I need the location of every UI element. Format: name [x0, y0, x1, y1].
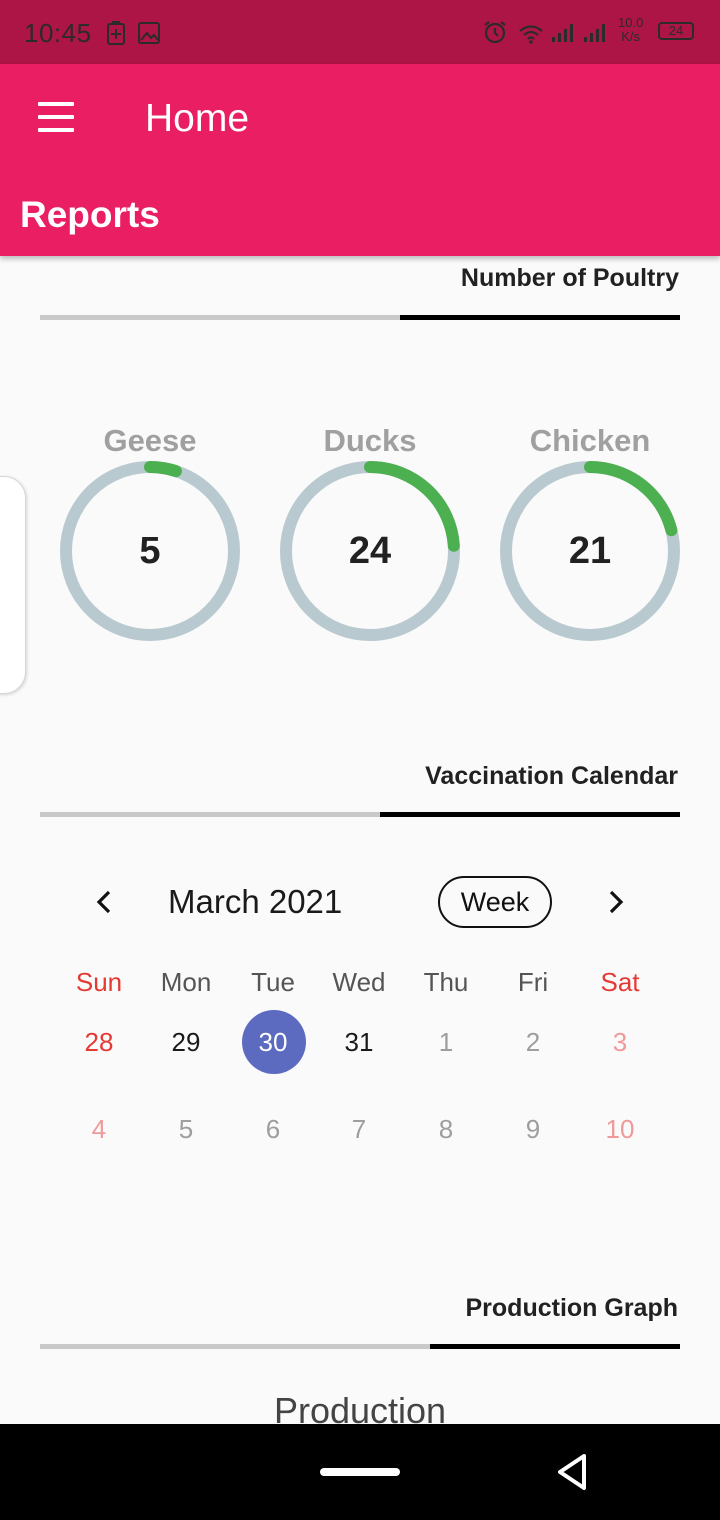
calendar-day[interactable]: 7 — [319, 1114, 399, 1145]
section-divider-accent — [430, 1344, 680, 1349]
weekday-tue: Tue — [251, 967, 295, 997]
weekday-thu: Thu — [423, 967, 469, 997]
calendar-view-toggle-button[interactable]: Week — [438, 876, 552, 928]
signal-icon — [552, 24, 573, 42]
home-gesture-pill[interactable] — [320, 1468, 400, 1476]
calendar-day[interactable]: 28 — [59, 1027, 139, 1058]
section-title-vaccination: Vaccination Calendar — [425, 762, 678, 790]
gauge-value-chicken: 21 — [568, 530, 612, 572]
menu-button[interactable] — [28, 98, 84, 138]
status-time: 10:45 — [24, 18, 92, 48]
weekday-sat: Sat — [600, 967, 640, 997]
gauge-label-geese: Geese — [103, 423, 197, 458]
section-divider — [40, 1344, 430, 1349]
back-triangle-icon[interactable] — [552, 1450, 596, 1494]
signal-2-icon — [584, 24, 605, 42]
gauge-label-chicken: Chicken — [529, 423, 651, 458]
battery-indicator: 24 — [658, 22, 694, 40]
chevron-right-icon[interactable] — [602, 887, 630, 917]
alarm-icon — [484, 21, 506, 44]
weekday-wed: Wed — [332, 967, 386, 997]
calendar-day[interactable]: 31 — [319, 1027, 399, 1058]
gauge-value-geese: 5 — [139, 530, 161, 572]
calendar-day[interactable]: 2 — [493, 1027, 573, 1058]
calendar-day[interactable]: 29 — [146, 1027, 226, 1058]
side-drawer-handle[interactable] — [0, 476, 26, 694]
calendar-day-selected[interactable]: 30 — [233, 1027, 313, 1058]
section-title-poultry: Number of Poultry — [460, 264, 679, 292]
calendar-day[interactable]: 8 — [406, 1114, 486, 1145]
image-icon — [138, 22, 160, 44]
gauge-label-ducks: Ducks — [323, 423, 417, 458]
calendar-day[interactable]: 6 — [233, 1114, 313, 1145]
section-divider-accent — [380, 812, 680, 817]
weekday-sun: Sun — [75, 967, 123, 997]
section-divider — [40, 315, 400, 320]
system-navigation-bar — [0, 1424, 720, 1520]
calendar-day[interactable]: 9 — [493, 1114, 573, 1145]
network-speed: 10.0 K/s — [618, 16, 643, 44]
section-divider-accent — [400, 315, 680, 320]
gauge-value-ducks: 24 — [348, 530, 392, 572]
page-subtitle: Reports — [20, 194, 160, 235]
calendar-day[interactable]: 10 — [580, 1114, 660, 1145]
network-speed-value: 10.0 — [618, 15, 644, 30]
menu-icon — [38, 102, 74, 106]
app-bar: Home Reports — [0, 64, 720, 256]
calendar-day[interactable]: 1 — [406, 1027, 486, 1058]
section-title-production: Production Graph — [465, 1294, 679, 1322]
battery-saver-icon — [107, 21, 125, 45]
calendar-day[interactable]: 3 — [580, 1027, 660, 1058]
calendar-day[interactable]: 4 — [59, 1114, 139, 1145]
status-bar: 10:45 10.0 K/s 24 — [0, 0, 720, 64]
app-title: Home — [145, 97, 250, 140]
network-speed-unit: K/s — [621, 29, 641, 44]
weekday-mon: Mon — [160, 967, 212, 997]
section-divider — [40, 812, 380, 817]
calendar-month-title: March 2021 — [168, 883, 343, 920]
chevron-left-icon[interactable] — [90, 887, 118, 917]
weekday-fri: Fri — [517, 967, 549, 997]
calendar-day[interactable]: 5 — [146, 1114, 226, 1145]
wifi-icon — [519, 25, 543, 44]
